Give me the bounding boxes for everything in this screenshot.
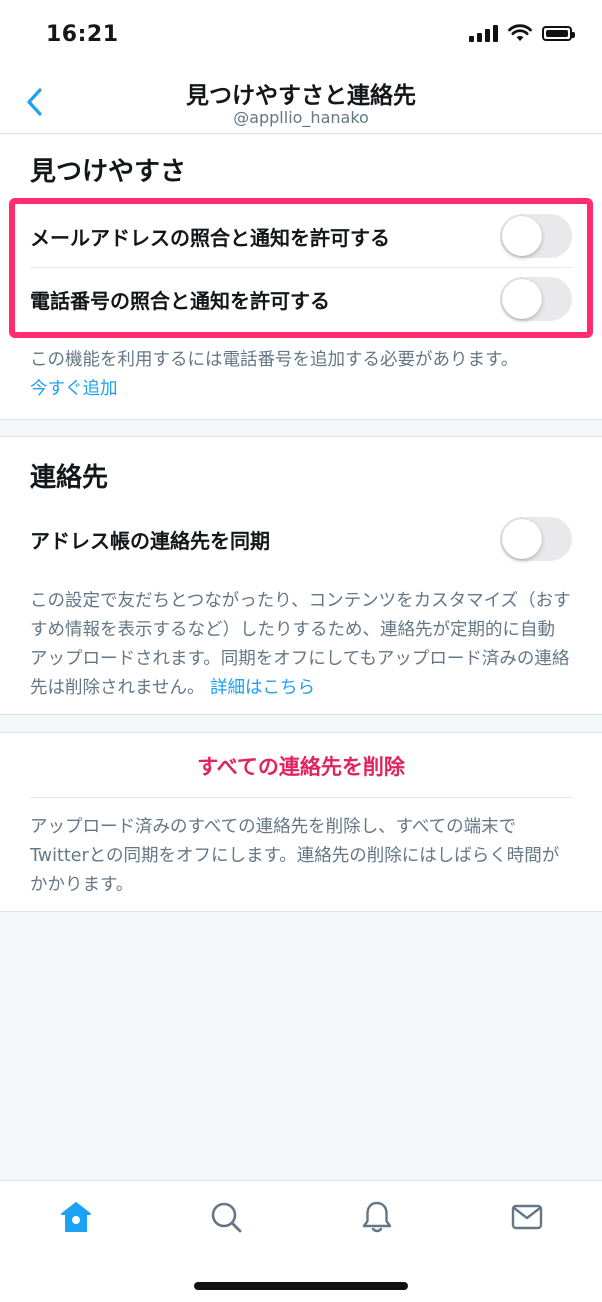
sync-contacts-toggle[interactable] [500,517,572,561]
delete-contacts-note: アップロード済みのすべての連絡先を削除し、すべての端末でTwitterとの同期を… [30,817,560,895]
battery-icon [542,25,575,41]
phone-required-text: この機能を利用するには電話番号を追加する必要があります。 [30,350,519,370]
phone-required-note: この機能を利用するには電話番号を追加する必要があります。 今すぐ追加 [30,346,572,404]
row-divider [30,797,572,798]
status-bar: 16:21 [0,0,602,70]
page-title: 見つけやすさと連絡先 [186,83,416,109]
home-icon [61,1202,91,1232]
username-subtitle: @appllio_hanako [233,108,369,127]
discoverability-heading: 見つけやすさ [30,157,187,187]
status-icons [469,24,575,42]
toggle-knob [502,519,542,559]
tab-search[interactable] [206,1197,246,1237]
status-time: 16:21 [46,22,119,47]
search-icon [211,1202,242,1233]
add-now-link[interactable]: 今すぐ追加 [30,379,118,399]
tab-notifications[interactable] [357,1197,397,1237]
sync-contacts-row: アドレス帳の連絡先を同期 [30,508,572,570]
messages-icon [511,1204,543,1230]
nav-header: 見つけやすさと連絡先 @appllio_hanako [0,70,602,134]
tab-messages[interactable] [507,1197,547,1237]
cellular-signal-icon [469,24,498,42]
details-link[interactable]: 詳細はこちら [210,678,315,698]
sync-contacts-note: この設定で友だちとつながったり、コンテンツをカスタマイズ（おすすめ情報を表示する… [30,587,572,703]
contacts-heading: 連絡先 [30,463,109,493]
notifications-icon [362,1201,392,1233]
wifi-icon [508,24,532,41]
delete-contacts-section: すべての連絡先を削除 アップロード済みのすべての連絡先を削除し、すべての端末でT… [0,732,602,912]
home-indicator [194,1282,408,1290]
sync-contacts-label: アドレス帳の連絡先を同期 [30,528,270,553]
highlight-annotation [9,198,593,338]
contacts-section: 連絡先 アドレス帳の連絡先を同期 この設定で友だちとつながったり、コンテンツをカ… [0,436,602,715]
tab-home[interactable] [56,1197,96,1237]
delete-all-contacts-button[interactable]: すべての連絡先を削除 [0,751,602,781]
